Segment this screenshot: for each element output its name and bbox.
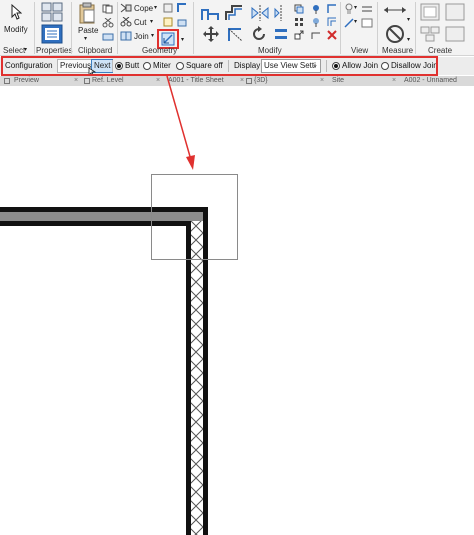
rotate-icon[interactable] — [250, 25, 268, 43]
chevron-down-icon[interactable]: ▾ — [181, 36, 184, 43]
drawing-canvas[interactable] — [0, 86, 474, 535]
offset-small-icon[interactable] — [311, 30, 321, 40]
array-icon[interactable] — [294, 17, 304, 27]
view-icon — [84, 78, 90, 84]
chevron-down-icon[interactable]: ▾ — [150, 18, 153, 25]
hide-element-icon[interactable] — [344, 18, 354, 28]
pin-icon[interactable] — [311, 4, 321, 14]
create-panel: Create — [416, 0, 474, 56]
bulb-icon[interactable] — [344, 3, 354, 15]
measure-panel: ▾ ▾ Measure — [378, 0, 415, 56]
view-panel: ▾ ▾ View — [341, 0, 377, 56]
close-icon[interactable]: × — [320, 76, 324, 86]
create-parts-icon[interactable] — [445, 3, 465, 21]
properties-panel-label[interactable]: Properties — [36, 46, 72, 55]
vertical-wall[interactable] — [186, 207, 208, 535]
wall-joins-tool-icon[interactable] — [161, 32, 175, 46]
geometry-panel-label[interactable]: Geometry — [142, 46, 177, 55]
split-face-icon[interactable] — [163, 17, 173, 27]
delete-icon[interactable] — [327, 30, 337, 40]
close-icon[interactable]: × — [156, 76, 160, 86]
select-panel: Modify Select ▾ — [0, 0, 34, 56]
paste-label[interactable]: Paste — [78, 26, 98, 35]
chevron-down-icon[interactable]: ▾ — [24, 46, 27, 53]
unpin-icon[interactable] — [311, 17, 321, 27]
tab-preview[interactable]: Preview — [14, 76, 39, 86]
chevron-down-icon[interactable]: ▾ — [154, 4, 157, 11]
offset-icon[interactable] — [224, 4, 244, 22]
cursor-arrow-icon[interactable] — [10, 4, 22, 20]
chevron-down-icon[interactable]: ▾ — [407, 16, 410, 23]
mirror-draw-icon[interactable] — [274, 4, 288, 22]
tab-3d[interactable]: {3D} — [254, 76, 268, 86]
move-icon[interactable] — [202, 25, 220, 43]
unjoin-icon[interactable] — [163, 3, 173, 13]
cut-geometry-icon[interactable] — [120, 17, 132, 27]
mirror-axis-icon[interactable] — [250, 4, 270, 22]
join-icon[interactable] — [120, 31, 132, 41]
tab-a002-unnamed[interactable]: A002 - Unnamed — [404, 76, 457, 86]
options-bar-highlight — [1, 56, 438, 76]
select-panel-label[interactable]: Select — [3, 46, 25, 55]
ribbon: Modify Select ▾ Properties Paste ▾ Clipb… — [0, 0, 474, 56]
tab-site[interactable]: Site — [332, 76, 344, 86]
cope-label[interactable]: Cope — [134, 4, 153, 13]
modify-tool-label[interactable]: Modify — [4, 25, 28, 34]
close-icon[interactable]: × — [240, 76, 244, 86]
view-tabs-strip: Preview × Ref. Level × A001 - Title Shee… — [0, 76, 474, 86]
create-similar-icon[interactable] — [445, 26, 465, 42]
wall-drawing — [0, 174, 238, 535]
view-panel-label[interactable]: View — [351, 46, 368, 55]
clipboard-panel-label[interactable]: Clipboard — [78, 46, 112, 55]
view-icon — [4, 78, 10, 84]
horizontal-wall[interactable] — [0, 207, 203, 226]
split-element-icon[interactable] — [274, 25, 288, 43]
copy-element-icon[interactable] — [294, 4, 304, 14]
type-properties-icon[interactable] — [41, 24, 63, 44]
chevron-down-icon[interactable]: ▾ — [151, 32, 154, 39]
trim-single-icon[interactable] — [327, 4, 337, 14]
clipboard-panel: Paste ▾ Clipboard — [72, 0, 117, 56]
override-graphics-icon[interactable] — [361, 18, 373, 28]
geometry-panel: Cope ▾ Cut ▾ Join ▾ ▾ Geometry — [118, 0, 193, 56]
measure-icon[interactable] — [382, 5, 408, 15]
trim-multiple-icon[interactable] — [327, 17, 337, 27]
join-label[interactable]: Join — [134, 32, 149, 41]
create-assembly-icon[interactable] — [420, 3, 440, 21]
modify-panel-label[interactable]: Modify — [258, 46, 282, 55]
cope-icon[interactable] — [120, 3, 132, 13]
dimension-icon[interactable] — [384, 24, 406, 44]
close-icon[interactable]: × — [392, 76, 396, 86]
view-icon — [246, 78, 252, 84]
properties-icon[interactable] — [41, 2, 63, 22]
linework-icon[interactable] — [361, 4, 373, 14]
create-group-icon[interactable] — [420, 26, 440, 42]
cut-scissors-icon[interactable] — [102, 18, 114, 28]
measure-panel-label[interactable]: Measure — [382, 46, 413, 55]
properties-panel: Properties — [35, 0, 72, 56]
cut-label[interactable]: Cut — [134, 18, 146, 27]
paste-icon[interactable] — [78, 2, 96, 24]
match-properties-icon[interactable] — [102, 32, 114, 42]
modify-panel: Modify — [194, 0, 340, 56]
tab-a001-title-sheet[interactable]: A001 - Title Sheet — [168, 76, 224, 86]
chevron-down-icon[interactable]: ▾ — [84, 35, 87, 42]
align-icon[interactable] — [200, 4, 220, 22]
chevron-down-icon[interactable]: ▾ — [354, 4, 357, 11]
chevron-down-icon[interactable]: ▾ — [354, 18, 357, 25]
wall-join-icon[interactable] — [177, 3, 187, 13]
tab-ref-level[interactable]: Ref. Level — [92, 76, 124, 86]
copy-icon[interactable] — [102, 4, 114, 14]
scale-icon[interactable] — [294, 30, 304, 40]
chevron-down-icon[interactable]: ▾ — [407, 36, 410, 43]
close-icon[interactable]: × — [74, 76, 78, 86]
trim-extend-icon[interactable] — [226, 25, 244, 43]
paint-icon[interactable] — [177, 17, 187, 27]
create-panel-label[interactable]: Create — [428, 46, 452, 55]
